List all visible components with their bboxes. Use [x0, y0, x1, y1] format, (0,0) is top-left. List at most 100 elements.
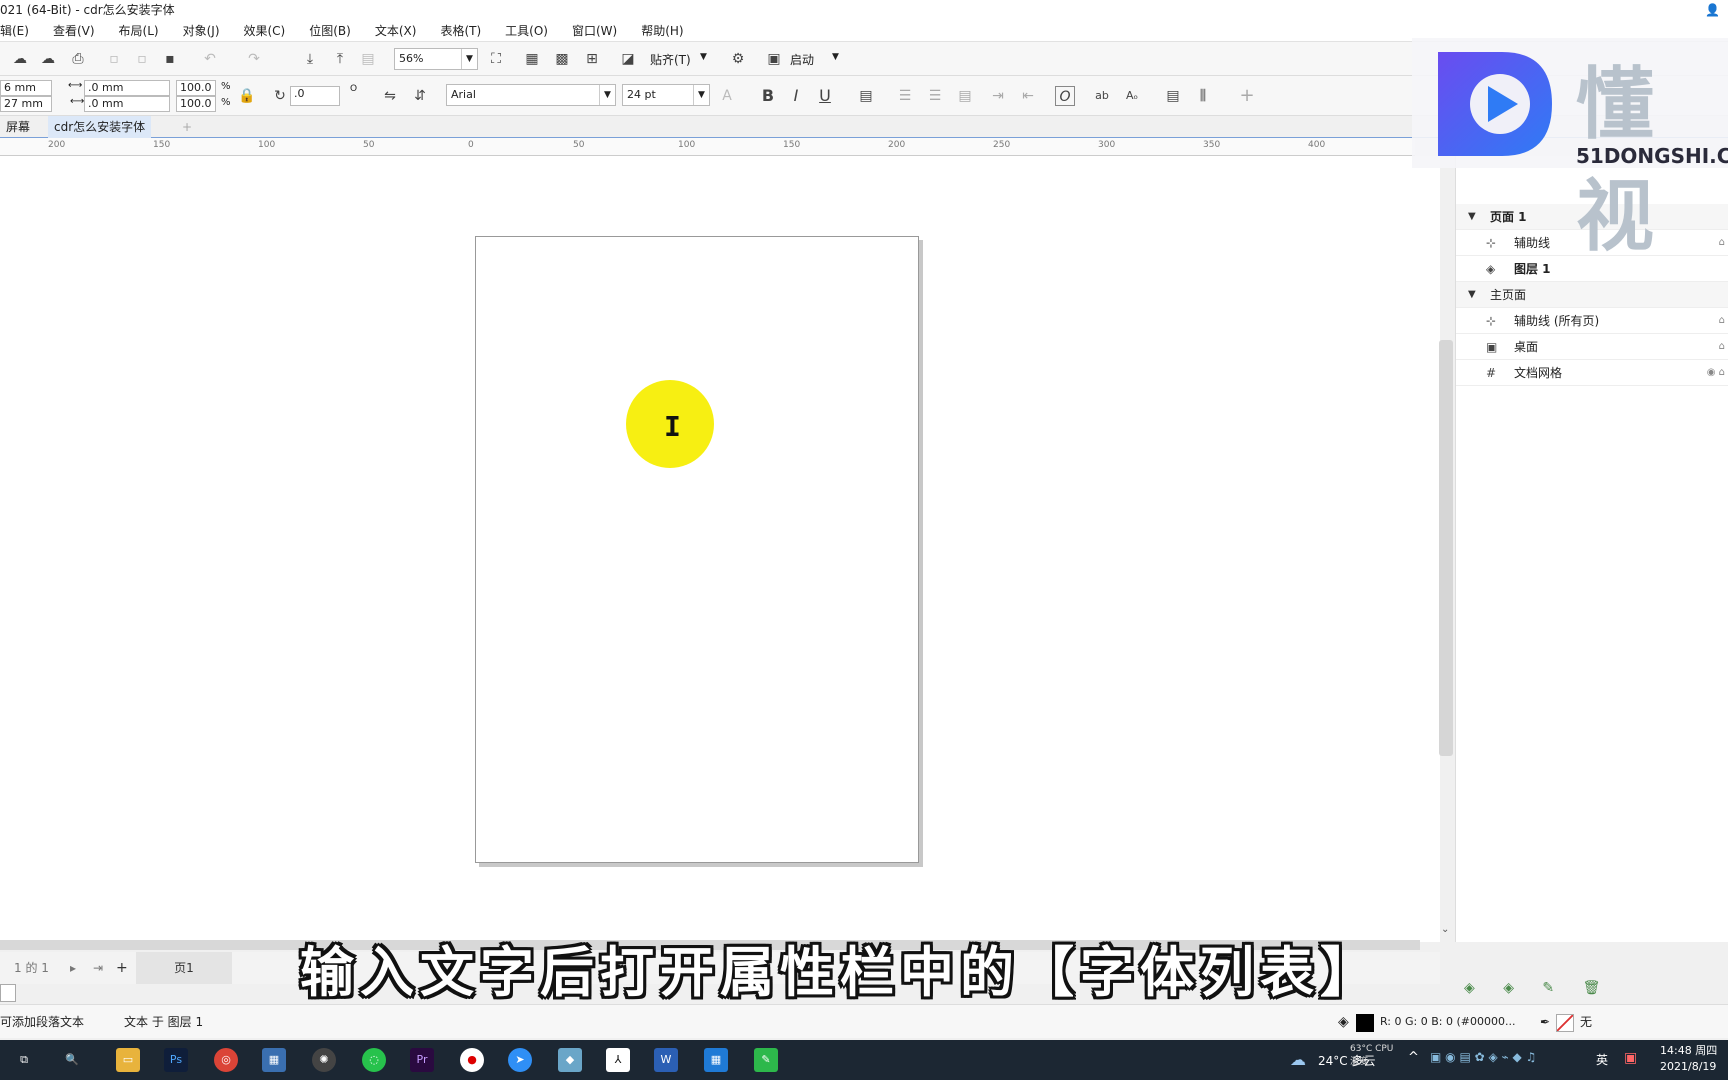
chevron-down-icon[interactable]: ⌄	[1441, 924, 1449, 935]
account-icon[interactable]: 👤	[1705, 0, 1720, 20]
menu-item[interactable]: 效果(C)	[244, 22, 286, 39]
zoom-combo[interactable]: 56% ▼	[394, 48, 478, 70]
text-align-icon[interactable]: ▤	[856, 86, 876, 106]
layer-row[interactable]: ▣ 桌面 ⌂	[1456, 334, 1728, 360]
clock-time[interactable]: 14:48 周四	[1660, 1042, 1717, 1058]
menu-item[interactable]: 文本(X)	[375, 22, 417, 39]
mirror-horizontal-icon[interactable]: ⇋	[380, 86, 400, 106]
copy-icon[interactable]: ▫	[132, 49, 152, 69]
file-explorer-icon[interactable]: ▭	[116, 1048, 140, 1072]
vertical-text-icon[interactable]: ⫼	[1193, 86, 1213, 106]
search-icon[interactable]: 🔍	[60, 1048, 84, 1072]
layer-row[interactable]: ▼ 主页面	[1456, 282, 1728, 308]
wechat-icon[interactable]: ◌	[362, 1048, 386, 1072]
height-field[interactable]: .0 mm	[84, 96, 170, 112]
launch-dropdown[interactable]: 启动	[790, 51, 814, 68]
menu-item[interactable]: 表格(T)	[440, 22, 481, 39]
expand-arrow-icon[interactable]: ▼	[1468, 204, 1476, 230]
drop-cap-icon[interactable]: ▤	[955, 86, 975, 106]
next-page-icon[interactable]: ▸	[70, 952, 76, 984]
tab-welcome[interactable]: 屏幕	[0, 116, 36, 138]
gear-icon[interactable]: ⚙	[728, 49, 748, 69]
tab-document[interactable]: cdr怎么安装字体	[48, 116, 152, 138]
launch-icon[interactable]: ▣	[764, 49, 784, 69]
expand-arrow-icon[interactable]: ▼	[1468, 282, 1476, 308]
document-page[interactable]	[475, 236, 919, 863]
notification-app-icon[interactable]: ▣	[1624, 1050, 1637, 1066]
app-icon[interactable]: ▦	[704, 1048, 728, 1072]
width-field[interactable]: .0 mm	[84, 80, 170, 96]
coreldraw-icon[interactable]: ✎	[754, 1048, 778, 1072]
visibility-lock-icon[interactable]: ⌂	[1719, 308, 1725, 334]
scale-y-field[interactable]: 100.0	[176, 96, 216, 112]
horizontal-ruler[interactable]: 200 150 100 50 0 50 100 150 200 250 300 350 400	[0, 138, 1415, 156]
fill-color-swatch[interactable]	[1356, 1014, 1374, 1032]
task-view-icon[interactable]: ⧉	[12, 1048, 36, 1072]
snap-to-dropdown[interactable]: 贴齐(T)	[650, 51, 691, 68]
underline-button[interactable]: U	[815, 86, 835, 106]
numbered-list-icon[interactable]: ☰	[925, 86, 945, 106]
menu-item[interactable]: 对象(J)	[183, 22, 220, 39]
lock-ratio-icon[interactable]: 🔒	[237, 86, 257, 106]
app-icon[interactable]: ✺	[312, 1048, 336, 1072]
page-tab[interactable]: 页1	[136, 952, 232, 984]
rulers-icon[interactable]: ▦	[522, 49, 542, 69]
chevron-down-icon[interactable]: ▼	[832, 52, 839, 62]
rotate-icon[interactable]: ↻	[270, 86, 290, 106]
horizontal-text-icon[interactable]: ▤	[1163, 86, 1183, 106]
menu-item[interactable]: 布局(L)	[119, 22, 159, 39]
add-button[interactable]: +	[1237, 86, 1257, 106]
add-page-button[interactable]: +	[116, 952, 128, 984]
edit-text-icon[interactable]: ab	[1092, 86, 1112, 106]
clock-date[interactable]: 2021/8/19	[1660, 1060, 1716, 1073]
paste-icon[interactable]: ▪	[160, 49, 180, 69]
tray-icons[interactable]: ▣ ◉ ▤ ✿ ◈ ⌁ ◆ ♫	[1430, 1050, 1536, 1064]
cloud-upload-icon[interactable]: ☁	[10, 49, 30, 69]
visibility-lock-icon[interactable]: ⌂	[1719, 334, 1725, 360]
menu-item[interactable]: 窗口(W)	[572, 22, 617, 39]
import-icon[interactable]: ⤓	[300, 49, 320, 69]
opentype-icon[interactable]: O	[1055, 86, 1075, 106]
menu-item[interactable]: 位图(B)	[309, 22, 351, 39]
tray-chevron-icon[interactable]: ^	[1408, 1050, 1419, 1065]
menu-item[interactable]: 帮助(H)	[641, 22, 683, 39]
rotation-field[interactable]: .0	[290, 86, 340, 106]
x-position-field[interactable]: 6 mm	[0, 80, 52, 96]
menu-item[interactable]: 辑(E)	[0, 22, 29, 39]
guidelines-icon[interactable]: ⊞	[582, 49, 602, 69]
premiere-icon[interactable]: Pr	[410, 1048, 434, 1072]
print-icon[interactable]: ⎙	[68, 49, 88, 69]
app-icon[interactable]: ➤	[508, 1048, 532, 1072]
vertical-scrollbar[interactable]	[1439, 340, 1453, 756]
y-position-field[interactable]: 27 mm	[0, 96, 52, 112]
layer-actions-icons[interactable]: ◈ ◈ ✎ 🗑	[1464, 980, 1612, 996]
scale-x-field[interactable]: 100.0	[176, 80, 216, 96]
indent-increase-icon[interactable]: ⇥	[988, 86, 1008, 106]
layer-row[interactable]: # 文档网格 ◉ ⌂	[1456, 360, 1728, 386]
input-method[interactable]: 英	[1596, 1051, 1608, 1068]
bold-button[interactable]: B	[758, 86, 778, 106]
text-properties-icon[interactable]: Aₒ	[1122, 86, 1142, 106]
mirror-vertical-icon[interactable]: ⇵	[410, 86, 430, 106]
undo-icon[interactable]: ↶	[200, 49, 220, 69]
cut-icon[interactable]: ▫	[104, 49, 124, 69]
export-icon[interactable]: ⤒	[330, 49, 350, 69]
full-screen-icon[interactable]: ⛶	[486, 49, 506, 69]
bullet-list-icon[interactable]: ☰	[895, 86, 915, 106]
menu-item[interactable]: 查看(V)	[53, 22, 95, 39]
menu-item[interactable]: 工具(O)	[505, 22, 548, 39]
cloud-download-icon[interactable]: ☁	[38, 49, 58, 69]
grid-icon[interactable]: ▩	[552, 49, 572, 69]
italic-button[interactable]: I	[786, 86, 806, 106]
new-tab-button[interactable]: +	[176, 116, 198, 138]
redo-icon[interactable]: ↷	[244, 49, 264, 69]
font-size-combo[interactable]: 24 pt ▼	[622, 84, 710, 106]
outline-color-swatch[interactable]	[1556, 1014, 1574, 1032]
indent-decrease-icon[interactable]: ⇤	[1018, 86, 1038, 106]
no-fill-swatch[interactable]	[0, 984, 16, 1002]
record-icon[interactable]: ●	[460, 1048, 484, 1072]
last-page-icon[interactable]: ⇥	[93, 952, 103, 984]
chrome-icon[interactable]: ◎	[214, 1048, 238, 1072]
pdf-icon[interactable]: ▤	[358, 49, 378, 69]
app-icon[interactable]: ▦	[262, 1048, 286, 1072]
